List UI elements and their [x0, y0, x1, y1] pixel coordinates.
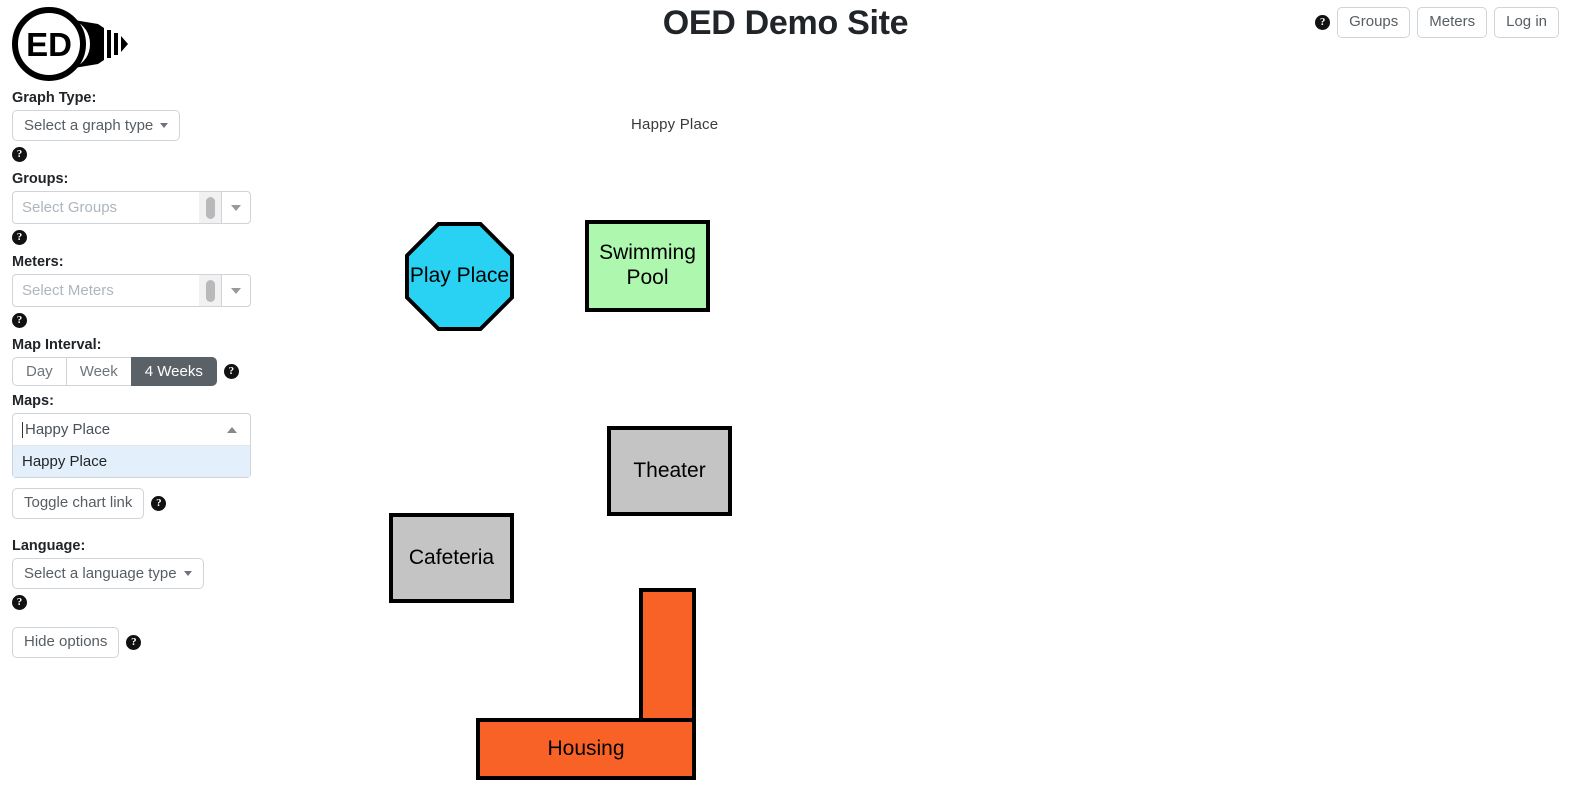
- maps-combobox[interactable]: Happy Place Happy Place: [12, 413, 251, 478]
- toggle-chart-link-button[interactable]: Toggle chart link: [12, 488, 145, 519]
- chevron-down-icon: [160, 123, 169, 128]
- maps-input[interactable]: Happy Place: [13, 414, 250, 445]
- header-actions: ? Groups Meters Log in: [1315, 7, 1559, 38]
- meters-placeholder: Select Meters: [22, 282, 114, 299]
- map-shape-theater[interactable]: Theater: [607, 426, 732, 516]
- app-root: ED OED Demo Site ? Groups Meters Log in …: [0, 0, 1571, 793]
- map-shape-cafeteria[interactable]: Cafeteria: [389, 513, 514, 603]
- maps-option-list: Happy Place: [13, 445, 250, 477]
- meters-scrollbar[interactable]: [199, 275, 221, 306]
- toggle-chart-link-help-icon[interactable]: ?: [151, 495, 167, 511]
- language-dropdown[interactable]: Select a language type: [12, 557, 204, 589]
- map-interval-label: Map Interval:: [12, 337, 102, 353]
- hide-options-help-icon[interactable]: ?: [126, 634, 142, 650]
- map-shape-housing[interactable]: Housing: [476, 718, 696, 780]
- interval-4weeks-button[interactable]: 4 Weeks: [130, 357, 217, 386]
- groups-label: Groups:: [12, 171, 69, 187]
- map-shape-housing-tower[interactable]: [639, 588, 696, 722]
- map-shape-housing-label: Housing: [547, 736, 625, 760]
- options-sidebar: Graph Type: Select a graph type ? Groups…: [12, 90, 274, 658]
- map-shape-theater-label: Theater: [633, 458, 706, 482]
- meters-help-icon[interactable]: ?: [12, 313, 27, 328]
- groups-select[interactable]: Select Groups: [12, 191, 251, 224]
- map-name-label: Happy Place: [631, 116, 719, 133]
- maps-chevron-up-icon[interactable]: [222, 414, 242, 445]
- groups-placeholder: Select Groups: [22, 199, 118, 216]
- map-shape-play-place[interactable]: Play Place: [409, 226, 510, 327]
- language-label: Language:: [12, 537, 86, 554]
- map-shape-play-place-border: [405, 222, 514, 331]
- map-interval-help-icon[interactable]: ?: [223, 364, 239, 379]
- map-shape-swimming-pool-label: Swimming Pool: [599, 241, 696, 289]
- login-button[interactable]: Log in: [1494, 7, 1559, 38]
- graph-type-value: Select a graph type: [24, 117, 154, 134]
- map-shape-play-place-label: Play Place: [409, 264, 510, 288]
- groups-button[interactable]: Groups: [1337, 7, 1411, 38]
- groups-chevron-down-icon[interactable]: [222, 192, 250, 223]
- meters-label: Meters:: [12, 254, 64, 270]
- meters-select[interactable]: Select Meters: [12, 274, 251, 307]
- map-shape-cafeteria-label: Cafeteria: [408, 545, 495, 569]
- graph-type-label: Graph Type:: [12, 90, 97, 106]
- interval-day-button[interactable]: Day: [12, 357, 67, 386]
- interval-week-button[interactable]: Week: [65, 357, 132, 386]
- language-help-icon[interactable]: ?: [12, 594, 27, 610]
- map-shape-swimming-pool[interactable]: Swimming Pool: [585, 220, 710, 312]
- meters-button[interactable]: Meters: [1417, 7, 1488, 38]
- language-value: Select a language type: [24, 564, 177, 582]
- meters-chevron-down-icon[interactable]: [222, 275, 250, 306]
- graph-type-help-icon[interactable]: ?: [12, 147, 27, 162]
- groups-help-icon[interactable]: ?: [12, 230, 27, 245]
- map-interval-group: Day Week 4 Weeks ?: [12, 357, 274, 386]
- chevron-down-icon: [183, 570, 192, 576]
- help-circle-icon[interactable]: ?: [1315, 14, 1331, 30]
- hide-options-button[interactable]: Hide options: [12, 626, 120, 658]
- maps-label: Maps:: [12, 393, 54, 409]
- maps-option-happy-place[interactable]: Happy Place: [13, 446, 250, 477]
- graph-type-dropdown[interactable]: Select a graph type: [12, 110, 181, 141]
- maps-input-value: Happy Place: [22, 421, 222, 438]
- groups-scrollbar[interactable]: [199, 192, 221, 223]
